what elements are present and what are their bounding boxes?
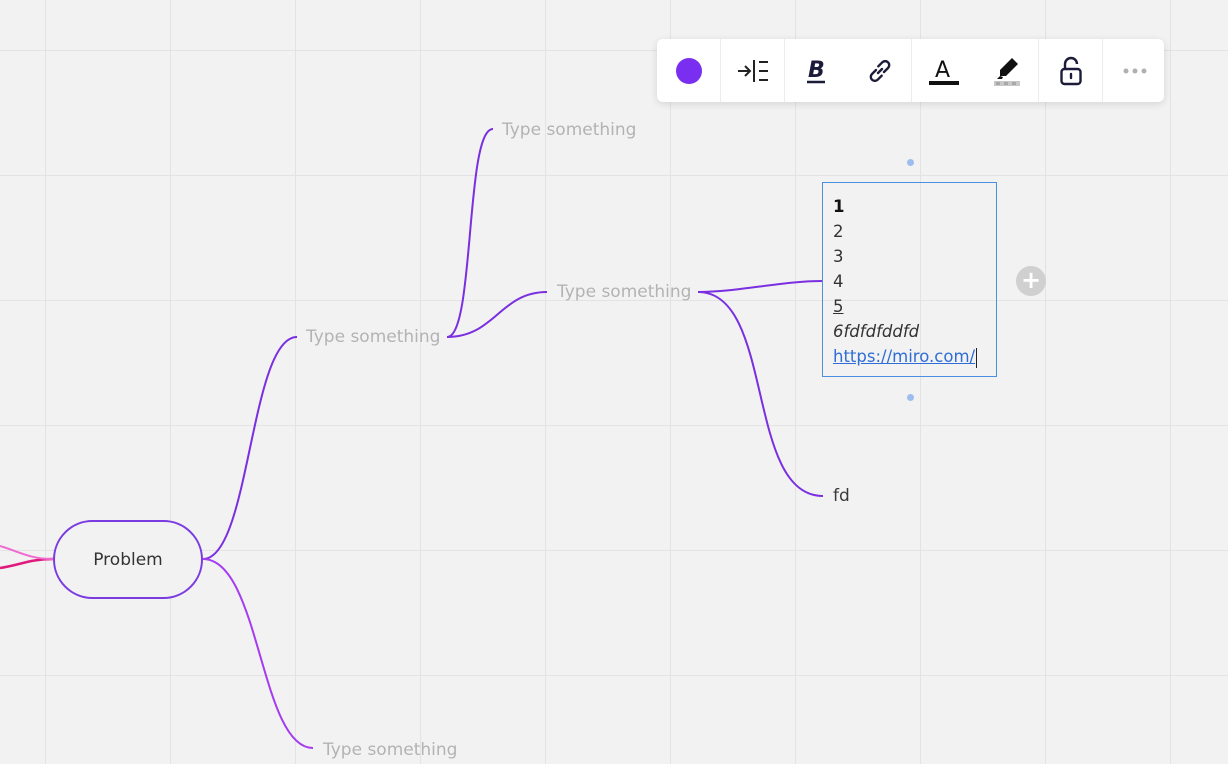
bold-button[interactable]: B [785,39,848,102]
root-node-label: Problem [93,549,163,570]
more-icon [1123,67,1147,75]
whiteboard-canvas[interactable]: Problem Type something Type something Ty… [0,0,1228,764]
mindmap-connectors [0,128,824,749]
connector-mid-to-selected [697,280,824,293]
toolbar-group-color [657,39,721,102]
mindmap-node[interactable]: Type something [323,740,457,760]
connector-top-to-child [446,128,494,338]
connector-root-to-top [202,336,298,560]
connector-root-left-pink [0,557,54,570]
color-button[interactable] [657,39,720,102]
text-color-icon: A [928,56,960,86]
lock-button[interactable] [1039,39,1102,102]
toolbar-group-lock [1039,39,1103,102]
resize-handle-top[interactable] [907,159,914,166]
highlight-button[interactable] [975,39,1038,102]
connector-mid-to-fd [697,291,824,497]
toolbar-group-text-color: A [912,39,1039,102]
bold-icon: B [805,57,829,85]
toolbar-group-more [1103,39,1166,102]
node-line: 6fdfdfddfd [833,322,920,341]
node-line: 5 [833,297,844,316]
node-line: 4 [833,272,844,291]
text-caret [976,347,978,368]
unlock-icon [1059,56,1083,86]
add-node-button[interactable]: + [1016,266,1046,296]
connector-root-left-lightpink [0,545,54,560]
link-button[interactable] [848,39,911,102]
plus-icon: + [1020,266,1042,294]
selected-mindmap-node[interactable]: 1 2 3 4 5 6fdfdfddfd https://miro.com/ [822,182,997,377]
indent-icon [736,58,770,84]
root-node[interactable]: Problem [53,520,203,599]
node-line: 3 [833,247,844,266]
resize-handle-bottom[interactable] [907,394,914,401]
svg-text:A: A [935,58,950,83]
more-button[interactable] [1103,39,1166,102]
indent-button[interactable] [721,39,784,102]
text-color-button[interactable]: A [912,39,975,102]
svg-text:B: B [808,58,825,83]
mindmap-node[interactable]: Type something [306,327,440,347]
node-line: 2 [833,222,844,241]
highlight-icon [993,56,1021,86]
connector-root-to-bottom [202,558,314,749]
node-link-line: https://miro.com/ [833,344,996,369]
mindmap-node[interactable]: Type something [557,282,691,302]
node-link[interactable]: https://miro.com/ [833,347,975,366]
toolbar-group-format: B [785,39,912,102]
color-circle-icon [675,57,703,85]
floating-toolbar: B A [657,39,1164,102]
node-line: 1 [833,197,845,216]
mindmap-node[interactable]: Type something [502,120,636,140]
mindmap-node-fd[interactable]: fd [833,486,850,506]
toolbar-group-layout [721,39,785,102]
link-icon [866,57,894,85]
